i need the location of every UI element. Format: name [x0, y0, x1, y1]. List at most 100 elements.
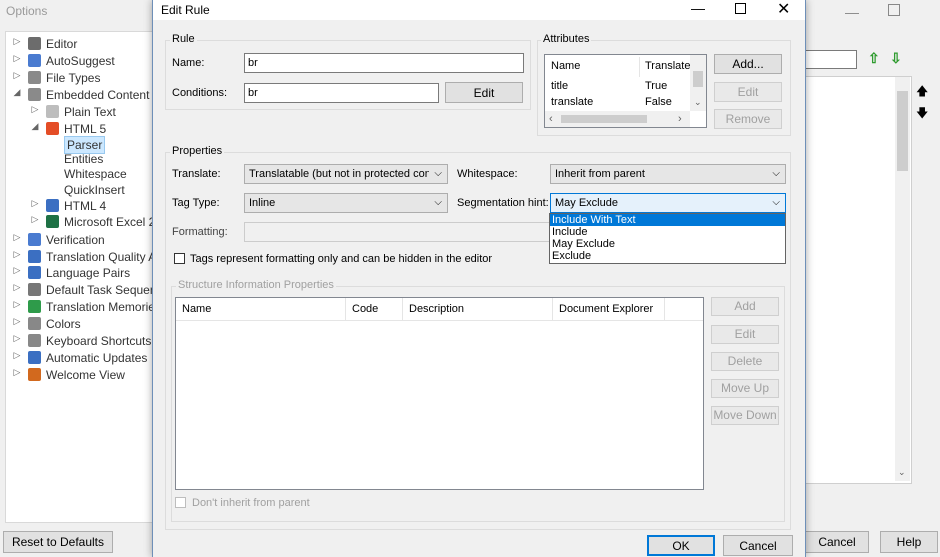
dialog-maximize-icon[interactable] — [735, 3, 746, 14]
tags-formatting-checkbox[interactable] — [174, 253, 185, 264]
tree-item-label[interactable]: HTML 5 — [64, 121, 106, 137]
tags-formatting-checkbox-label[interactable]: Tags represent formatting only and can b… — [190, 253, 492, 265]
tree-item-label[interactable]: Language Pairs — [46, 265, 130, 281]
tree-expander-icon[interactable]: ▷ — [12, 70, 22, 86]
tree-expander-icon[interactable]: ◢ — [12, 87, 22, 103]
editor-icon — [28, 37, 41, 50]
dont-inherit-checkbox[interactable] — [175, 497, 186, 508]
scrollbar-thumb[interactable] — [897, 91, 908, 171]
tree-expander-icon[interactable]: ◢ — [30, 121, 40, 137]
structure-grid[interactable]: Name Code Description Document Explorer — [175, 297, 704, 490]
attributes-vscrollbar[interactable]: ⌄ — [690, 55, 706, 111]
structure-header-document-explorer[interactable]: Document Explorer — [553, 298, 665, 320]
tree-expander-icon[interactable]: ▷ — [30, 104, 40, 120]
tree-item-label[interactable]: Welcome View — [46, 367, 125, 383]
tree-expander-icon[interactable]: ▷ — [12, 282, 22, 298]
scroll-right-icon[interactable]: › — [678, 113, 682, 125]
segmentation-hint-options[interactable]: Include With Text Include May Exclude Ex… — [549, 213, 786, 264]
green-up-arrow-icon[interactable]: ⇧ — [868, 50, 880, 67]
segmentation-hint-dropdown[interactable]: May Exclude ⌵ — [550, 193, 786, 213]
tree-item-label[interactable]: Editor — [46, 36, 77, 52]
attributes-header-translate[interactable]: Translate — [645, 60, 690, 72]
tree-expander-icon[interactable]: ▷ — [12, 367, 22, 383]
seg-option-may-exclude[interactable]: May Exclude — [550, 238, 785, 250]
move-down-arrow-icon[interactable]: 🡇 — [916, 104, 928, 125]
dialog-close-icon[interactable]: ✕ — [777, 0, 790, 19]
tree-expander-icon[interactable]: ▷ — [12, 350, 22, 366]
tree-item-label[interactable]: Whitespace — [64, 166, 127, 182]
attributes-header-name[interactable]: Name — [551, 60, 580, 72]
seg-option-include-with-text[interactable]: Include With Text — [550, 214, 785, 226]
vscroll-thumb[interactable] — [693, 71, 703, 87]
translate-dropdown[interactable]: Translatable (but not in protected conte… — [244, 164, 448, 184]
tree-expander-icon[interactable]: ▷ — [12, 36, 22, 52]
dialog-cancel-button[interactable]: Cancel — [723, 535, 793, 556]
background-scrollbar[interactable]: ⌄ — [895, 77, 910, 481]
conditions-input[interactable]: br — [244, 83, 439, 103]
green-down-arrow-icon[interactable]: ⇩ — [890, 50, 902, 67]
minimize-icon[interactable]: — — [845, 4, 859, 20]
tree-item-label[interactable]: Translation Quality Ass — [46, 249, 168, 265]
structure-header-name[interactable]: Name — [176, 298, 346, 320]
background-list-panel: ⌄ — [805, 76, 912, 484]
attributes-remove-button[interactable]: Remove — [714, 109, 782, 129]
dialog-minimize-icon[interactable]: — — [691, 0, 705, 16]
options-cancel-button[interactable]: Cancel — [805, 531, 869, 553]
tree-expander-icon[interactable]: ▷ — [12, 265, 22, 281]
move-up-arrow-icon[interactable]: 🡅 — [916, 82, 928, 103]
attribute-row-name[interactable]: title — [551, 80, 568, 92]
structure-delete-button[interactable]: Delete — [711, 352, 779, 371]
attributes-list[interactable]: Name Translate title True translate Fals… — [544, 54, 707, 128]
structure-edit-button[interactable]: Edit — [711, 325, 779, 344]
tree-item-label[interactable]: AutoSuggest — [46, 53, 115, 69]
tree-item-label[interactable]: Default Task Sequence — [46, 282, 169, 298]
tree-expander-icon[interactable]: ▷ — [12, 53, 22, 69]
scroll-down-icon[interactable]: ⌄ — [898, 467, 906, 478]
reset-to-defaults-button[interactable]: Reset to Defaults — [3, 531, 113, 553]
tree-item-label[interactable]: Entities — [64, 151, 103, 167]
language-pairs-icon — [28, 266, 41, 279]
background-filter-input[interactable] — [805, 50, 857, 69]
tree-expander-icon[interactable]: ▷ — [30, 198, 40, 214]
tree-item-label[interactable]: QuickInsert — [64, 182, 125, 198]
tree-expander-icon[interactable]: ▷ — [12, 299, 22, 315]
tree-expander-icon[interactable]: ▷ — [12, 316, 22, 332]
attributes-scroll-down-icon[interactable]: ⌄ — [694, 97, 702, 108]
tree-item-label[interactable]: Keyboard Shortcuts — [46, 333, 151, 349]
tree-expander-icon[interactable]: ▷ — [12, 249, 22, 265]
attribute-row-translate[interactable]: True — [645, 80, 667, 92]
tag-type-dropdown[interactable]: Inline ⌵ — [244, 193, 448, 213]
conditions-edit-button[interactable]: Edit — [445, 82, 523, 103]
formatting-input[interactable] — [244, 222, 550, 242]
seg-option-exclude[interactable]: Exclude — [550, 250, 785, 262]
tree-item-label[interactable]: HTML 4 — [64, 198, 106, 214]
scroll-left-icon[interactable]: ‹ — [549, 113, 553, 125]
maximize-icon[interactable] — [888, 4, 900, 16]
structure-move-up-button[interactable]: Move Up — [711, 379, 779, 398]
attributes-edit-button[interactable]: Edit — [714, 82, 782, 102]
tree-item-label[interactable]: Plain Text — [64, 104, 116, 120]
attributes-add-button[interactable]: Add... — [714, 54, 782, 74]
structure-add-button[interactable]: Add — [711, 297, 779, 316]
tree-expander-icon[interactable]: ▷ — [12, 232, 22, 248]
tree-item-label[interactable]: File Types — [46, 70, 100, 86]
dont-inherit-label[interactable]: Don't inherit from parent — [192, 497, 310, 509]
tree-item-label[interactable]: Colors — [46, 316, 81, 332]
tree-item-label[interactable]: Automatic Updates — [46, 350, 147, 366]
tree-expander-icon[interactable]: ▷ — [12, 333, 22, 349]
attribute-row-translate[interactable]: False — [645, 96, 672, 108]
whitespace-dropdown[interactable]: Inherit from parent ⌵ — [550, 164, 786, 184]
ok-button[interactable]: OK — [647, 535, 715, 556]
tree-expander-icon[interactable]: ▷ — [30, 214, 40, 230]
structure-header-description[interactable]: Description — [403, 298, 553, 320]
attributes-hscrollbar[interactable]: ‹ › — [545, 111, 690, 127]
structure-header-code[interactable]: Code — [346, 298, 403, 320]
tree-item-label[interactable]: Verification — [46, 232, 105, 248]
name-input[interactable]: br — [244, 53, 524, 73]
attribute-row-name[interactable]: translate — [551, 96, 593, 108]
hscroll-thumb[interactable] — [561, 115, 647, 123]
options-help-button[interactable]: Help — [880, 531, 938, 553]
dialog-titlebar: Edit Rule — ✕ — [153, 0, 805, 20]
seg-option-include[interactable]: Include — [550, 226, 785, 238]
structure-move-down-button[interactable]: Move Down — [711, 406, 779, 425]
